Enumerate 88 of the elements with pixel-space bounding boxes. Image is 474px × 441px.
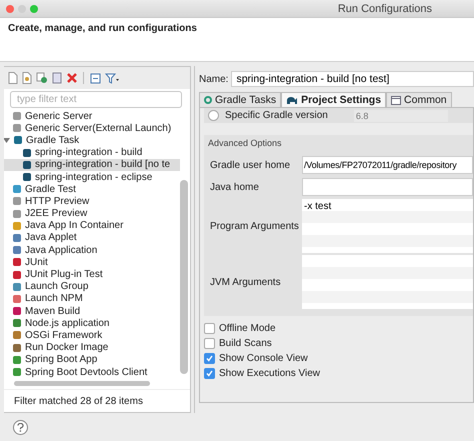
config-type-icon — [12, 196, 22, 206]
tree-item[interactable]: spring-integration - eclipse — [4, 170, 180, 184]
help-icon[interactable] — [13, 420, 28, 434]
filter-field[interactable]: type filter text — [10, 91, 182, 108]
tree-item[interactable]: Generic Server — [4, 110, 180, 122]
duplicate-icon[interactable] — [36, 72, 48, 84]
config-type-icon — [12, 294, 22, 304]
filter-icon[interactable] — [105, 72, 120, 84]
field-label: Java home — [209, 180, 260, 194]
collapse-all-icon[interactable] — [90, 72, 101, 84]
tree-item[interactable]: Spring Boot Devtools Client — [4, 366, 180, 378]
field-label: Gradle user home — [209, 158, 292, 172]
tab[interactable]: Project Settings — [281, 92, 386, 107]
version-label: Specific Gradle version — [225, 110, 328, 121]
tree-item[interactable]: Gradle Test — [4, 183, 180, 196]
group-title: Advanced Options — [208, 137, 283, 150]
tree-item[interactable]: Launch Group — [4, 280, 180, 293]
config-type-icon — [12, 208, 22, 219]
arguments-field[interactable] — [302, 255, 473, 309]
version-field[interactable]: 6.8 — [354, 110, 448, 122]
delete-icon[interactable] — [67, 73, 77, 83]
tree-item[interactable]: HTTP Preview — [4, 195, 180, 208]
new-prototype-icon[interactable] — [22, 72, 32, 84]
scrollbar-thumb[interactable] — [14, 381, 150, 386]
close-button[interactable] — [6, 4, 14, 12]
config-type-icon — [22, 148, 32, 158]
tree-item[interactable]: J2EE Preview — [4, 208, 180, 220]
checkbox-label: Offline Mode — [219, 323, 276, 334]
config-type-icon — [12, 220, 22, 231]
checkbox[interactable] — [204, 353, 215, 364]
tab[interactable]: Gradle Tasks — [199, 92, 282, 107]
tree-item[interactable]: Spring Boot App — [4, 354, 180, 366]
window-icon — [391, 96, 402, 104]
config-type-icon — [22, 172, 32, 182]
checkbox[interactable] — [204, 323, 215, 334]
tree-item[interactable]: spring-integration - build [no te — [4, 158, 180, 171]
checkbox[interactable] — [204, 368, 215, 379]
radio-button[interactable] — [208, 110, 219, 121]
config-type-icon — [12, 318, 22, 328]
config-type-icon — [13, 135, 23, 146]
field-label: Program Arguments — [209, 220, 300, 234]
name-label: Name: — [199, 74, 228, 84]
text-field[interactable] — [302, 178, 473, 196]
new-document-icon[interactable] — [8, 72, 18, 84]
tree-item[interactable]: JUnit Plug-in Test — [4, 268, 180, 281]
tree-item[interactable]: Java Application — [4, 244, 180, 256]
zoom-button[interactable] — [30, 4, 38, 12]
config-type-icon — [12, 270, 22, 280]
config-type-icon — [12, 306, 22, 316]
filter-status: Filter matched 28 of 28 items — [4, 389, 190, 412]
config-type-icon — [22, 160, 32, 170]
header-message: Create, manage, and run configurations — [8, 23, 197, 34]
tree-item[interactable]: Java App In Container — [4, 220, 180, 232]
text-field[interactable]: /Volumes/FP27072011/gradle/repository — [302, 156, 473, 174]
expand-arrow-icon[interactable] — [4, 136, 10, 144]
config-type-icon — [12, 342, 22, 353]
tree-item[interactable]: Gradle Task — [4, 134, 180, 147]
tree-item[interactable]: spring-integration - build — [4, 146, 180, 159]
tab[interactable]: Common — [386, 92, 452, 107]
config-type-icon — [12, 282, 22, 292]
checkbox[interactable] — [204, 338, 215, 349]
config-type-icon — [12, 367, 22, 378]
checkbox-label: Show Executions View — [219, 368, 320, 379]
export-icon[interactable] — [52, 72, 63, 84]
config-type-icon — [12, 330, 22, 340]
tree-item[interactable]: Launch NPM — [4, 292, 180, 305]
config-type-icon — [12, 257, 22, 268]
config-type-icon — [12, 245, 22, 256]
gear-icon — [204, 96, 212, 104]
arguments-field[interactable]: -x test — [302, 199, 473, 253]
scrollbar-thumb[interactable] — [180, 180, 188, 374]
config-type-icon — [12, 232, 22, 243]
config-type-icon — [12, 184, 22, 194]
tree-item[interactable]: JUnit — [4, 256, 180, 268]
field-label: JVM Arguments — [209, 276, 282, 290]
config-type-icon — [12, 354, 22, 365]
name-field[interactable]: spring-integration - build [no test] — [231, 71, 474, 87]
tree-item[interactable]: Java Applet — [4, 232, 180, 244]
tree-item[interactable]: Maven Build — [4, 305, 180, 318]
tree-item[interactable]: OSGi Framework — [4, 329, 180, 342]
checkbox-label: Build Scans — [219, 338, 272, 349]
tree-item[interactable]: Generic Server(External Launch) — [4, 122, 180, 134]
checkbox-label: Show Console View — [219, 353, 308, 364]
tree-item[interactable]: Node.js application — [4, 317, 180, 330]
config-type-icon — [12, 111, 22, 122]
window-title: Run Configurations — [338, 2, 432, 14]
config-type-icon — [12, 123, 22, 134]
tree-item[interactable]: Run Docker Image — [4, 342, 180, 354]
